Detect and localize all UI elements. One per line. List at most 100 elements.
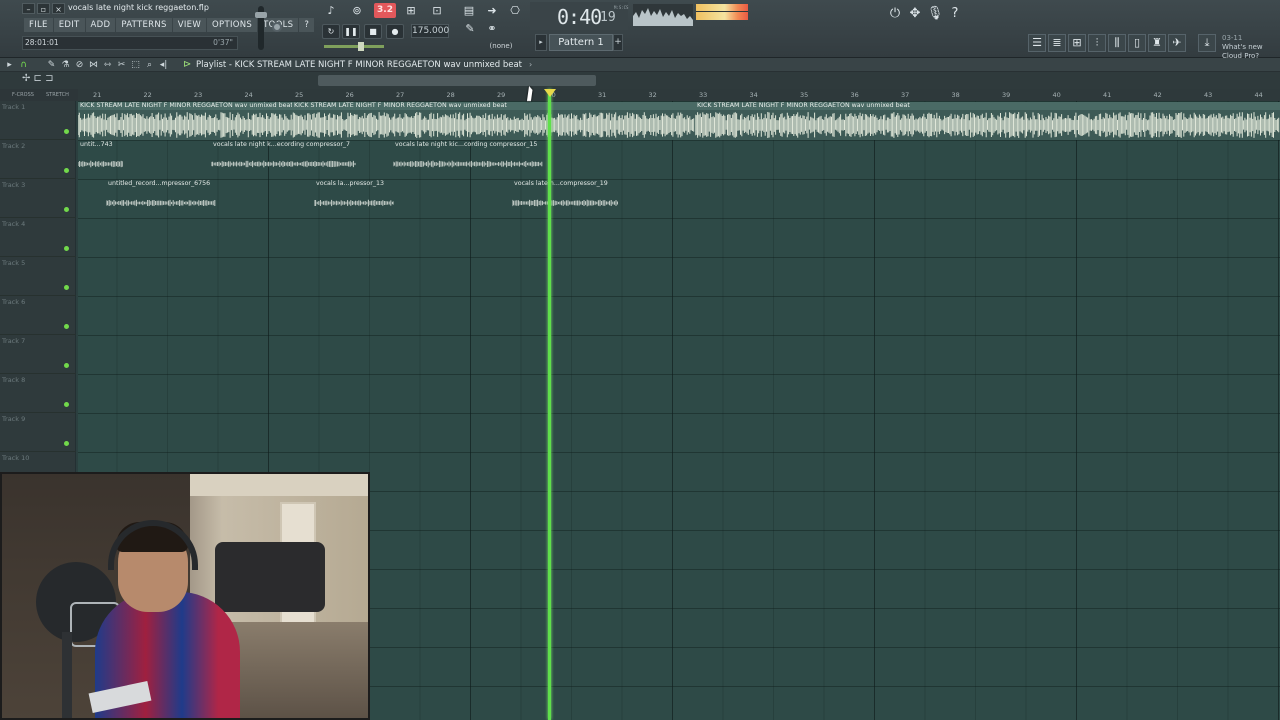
tempo-display[interactable]: 175.000	[411, 24, 449, 38]
magnet-icon[interactable]: ∩	[18, 58, 29, 72]
audio-clip-beat[interactable]: KICK STREAM LATE NIGHT F MINOR REGGAETON…	[694, 102, 1280, 140]
plugin-database-icon[interactable]: ▯	[1128, 34, 1146, 52]
options-arrow-icon[interactable]: ▸	[4, 58, 15, 72]
zoom-tool-icon[interactable]: ⌕	[144, 58, 155, 72]
track-mute-led[interactable]	[64, 363, 69, 368]
master-slider[interactable]	[324, 42, 384, 51]
power-icon[interactable]: ⏻	[886, 4, 904, 24]
track-name: Track 8	[2, 376, 26, 384]
audio-clip-vocal[interactable]: vocals late night k...ecording compresso…	[210, 141, 356, 179]
delete-tool-icon[interactable]: ⊘	[74, 58, 85, 72]
pattern-selector[interactable]: Pattern 1	[549, 34, 613, 51]
playback-tool-icon[interactable]: ◂|	[158, 58, 169, 72]
clip-label: vocals late night k...ecording compresso…	[213, 141, 351, 148]
pause-button[interactable]: ❚❚	[342, 24, 360, 39]
snap-selector[interactable]: (none)	[482, 40, 520, 52]
draw-tool-icon[interactable]: ✎	[46, 58, 57, 72]
project-title: vocals late night kick reggaeton.flp	[68, 3, 209, 12]
download-icon[interactable]: ⤓	[1198, 34, 1216, 52]
clip-label: untit...743	[80, 141, 113, 148]
keyboard-icon[interactable]: ▤	[460, 4, 478, 18]
audio-clip-vocal[interactable]: untit...743	[77, 141, 124, 179]
playlist-horizontal-scrollbar[interactable]	[318, 75, 596, 86]
track-header[interactable]: Track 9	[0, 413, 76, 452]
blend-notes-icon[interactable]: ⊡	[428, 4, 446, 18]
minimize-button[interactable]: –	[22, 3, 35, 14]
loop-button[interactable]: ↻	[322, 24, 340, 39]
playhead[interactable]	[548, 89, 551, 720]
menu-patterns[interactable]: PATTERNS	[116, 18, 172, 32]
step-edit-icon[interactable]: ⊞	[402, 4, 420, 18]
playlist-play-icon[interactable]: ⊳	[183, 58, 191, 72]
pattern-song-toggle[interactable]: 3.2	[374, 3, 396, 18]
stop-button[interactable]: ■	[364, 24, 382, 39]
track-mute-led[interactable]	[64, 324, 69, 329]
news-panel[interactable]: 03-11 What's new Cloud Pro?	[1222, 34, 1280, 60]
track-header[interactable]: Track 1	[0, 101, 76, 140]
slip-tool-icon[interactable]: ⇿	[102, 58, 113, 72]
playlist-title-chevron[interactable]: ›	[529, 58, 532, 72]
time-display[interactable]: 0:40 19 M:S:CS	[530, 2, 628, 30]
menu-file[interactable]: FILE	[24, 18, 53, 32]
arrow-icon[interactable]: ➜	[483, 4, 501, 18]
menu-add[interactable]: ADD	[85, 18, 116, 32]
close-button[interactable]: ×	[52, 3, 65, 14]
loop-record-icon[interactable]: ⎔	[506, 4, 524, 18]
ruler-bar-number: 21	[93, 91, 102, 99]
clip-label: KICK STREAM LATE NIGHT F MINOR REGGAETON…	[292, 102, 695, 110]
track-header[interactable]: Track 8	[0, 374, 76, 413]
plugin-icon[interactable]: ✥	[906, 4, 924, 24]
edit-pen-icon[interactable]: ✎	[462, 22, 478, 36]
timeline-ruler[interactable]: 21 22 23 24 25 26 27 28 29 30 31 32 33 34 35 36 37 38 39 40…	[78, 89, 1280, 101]
tempo-icon[interactable]: ♜	[1148, 34, 1166, 52]
audio-clip-vocal[interactable]: vocals la...pressor_13	[313, 180, 395, 218]
track-mute-led[interactable]	[64, 285, 69, 290]
mic-icon[interactable]: 🎙	[926, 4, 944, 24]
clip-waveform	[77, 149, 124, 179]
track-header[interactable]: Track 6	[0, 296, 76, 335]
channel-rack-icon[interactable]: ≣	[1048, 34, 1066, 52]
browser-icon[interactable]: ⫼	[1108, 34, 1126, 52]
track-mute-led[interactable]	[64, 207, 69, 212]
slice-tool-icon[interactable]: ✂	[116, 58, 127, 72]
audio-clip-vocal[interactable]: untitled_record...mpressor_6756	[105, 180, 216, 218]
restore-button[interactable]: ▫	[37, 3, 50, 14]
audio-clip-beat[interactable]: KICK STREAM LATE NIGHT F MINOR REGGAETON…	[77, 102, 292, 140]
playlist-icon[interactable]: ☰	[1028, 34, 1046, 52]
menu-edit[interactable]: EDIT	[53, 18, 85, 32]
ruler-bar-number: 24	[244, 91, 253, 99]
main-pitch-knob[interactable]	[272, 22, 282, 32]
mute-tool-icon[interactable]: ⋈	[88, 58, 99, 72]
track-header[interactable]: Track 4	[0, 218, 76, 257]
paint-tool-icon[interactable]: ⚗	[60, 58, 71, 72]
pattern-add-button[interactable]: +	[613, 34, 623, 51]
track-mute-led[interactable]	[64, 402, 69, 407]
playhead-marker[interactable]	[544, 89, 556, 97]
select-tool-icon[interactable]: ⬚	[130, 58, 141, 72]
audio-clip-vocal[interactable]: vocals late night kic...cording compress…	[392, 141, 543, 179]
piano-roll-icon[interactable]: ⊞	[1068, 34, 1086, 52]
pattern-prev-button[interactable]: ▸	[535, 34, 547, 51]
track-mute-led[interactable]	[64, 168, 69, 173]
record-mode-icon[interactable]: ⊚	[348, 4, 366, 18]
metronome-icon[interactable]: ♪	[322, 4, 340, 18]
record-button[interactable]: ●	[386, 24, 404, 39]
menu-help[interactable]: ?	[299, 18, 315, 32]
track-header[interactable]: Track 7	[0, 335, 76, 374]
track-mute-led[interactable]	[64, 246, 69, 251]
cloud-icon[interactable]: ✈	[1168, 34, 1186, 52]
track-header[interactable]: Track 3	[0, 179, 76, 218]
help-icon[interactable]: ?	[946, 4, 964, 24]
audio-clip-beat[interactable]: KICK STREAM LATE NIGHT F MINOR REGGAETON…	[291, 102, 695, 140]
track-mute-led[interactable]	[64, 129, 69, 134]
menu-options[interactable]: OPTIONS	[207, 18, 258, 32]
audio-clip-vocal[interactable]: vocals late n...compressor_19	[511, 180, 619, 218]
mixer-icon[interactable]: ⫶	[1088, 34, 1106, 52]
track-header[interactable]: Track 2	[0, 140, 76, 179]
track-header[interactable]: Track 5	[0, 257, 76, 296]
track-mute-led[interactable]	[64, 441, 69, 446]
menu-view[interactable]: VIEW	[172, 18, 207, 32]
main-volume-slider[interactable]	[255, 6, 267, 50]
pattern-picker-icon[interactable]: ✢ ⊏ ⊐	[22, 73, 54, 84]
link-icon[interactable]: ⚭	[484, 22, 500, 36]
